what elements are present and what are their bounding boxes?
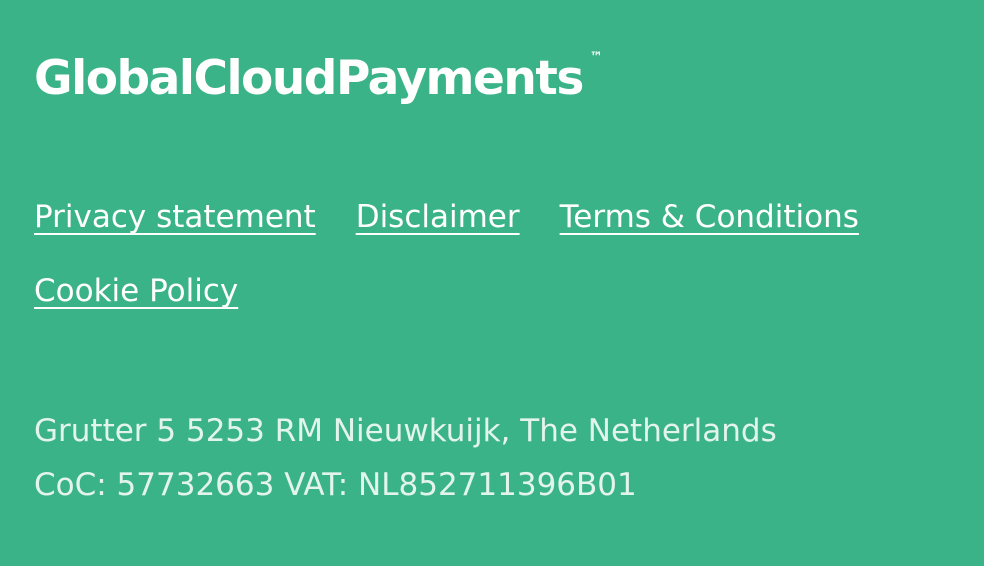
disclaimer-link[interactable]: Disclaimer [356,196,520,238]
brand-name: GlobalCloudPayments [34,51,584,106]
company-info: Grutter 5 5253 RM Nieuwkuijk, The Nether… [34,404,777,512]
brand-logo[interactable]: GlobalCloudPayments ™ [34,46,603,112]
terms-conditions-link[interactable]: Terms & Conditions [560,196,859,238]
trademark-symbol: ™ [589,50,603,65]
privacy-statement-link[interactable]: Privacy statement [34,196,316,238]
cookie-policy-link[interactable]: Cookie Policy [34,270,238,312]
site-footer: GlobalCloudPayments ™ Privacy statement D… [0,0,984,566]
legal-links-row-2: Cookie Policy [34,270,964,344]
legal-links-row-1: Privacy statement Disclaimer Terms & Con… [34,196,964,270]
company-address: Grutter 5 5253 RM Nieuwkuijk, The Nether… [34,413,777,449]
company-registration: CoC: 57732663 VAT: NL852711396B01 [34,467,637,503]
legal-links: Privacy statement Disclaimer Terms & Con… [34,196,964,344]
